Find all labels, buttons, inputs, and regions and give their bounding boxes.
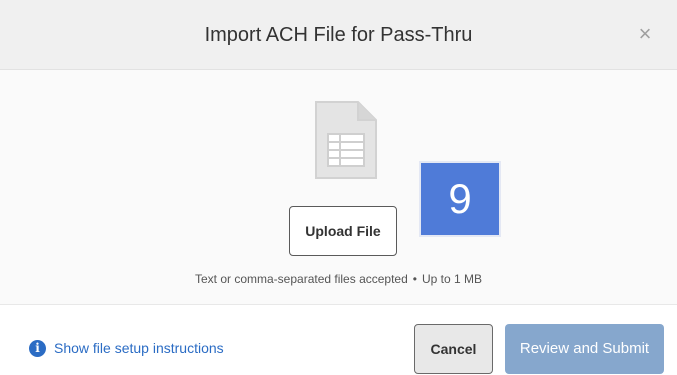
- cancel-button[interactable]: Cancel: [414, 324, 493, 374]
- accepted-types-text: Text or comma-separated files accepted: [195, 272, 408, 286]
- dialog-title: Import ACH File for Pass-Thru: [204, 24, 473, 46]
- import-ach-dialog: Import ACH File for Pass-Thru × Upload F…: [0, 0, 677, 375]
- close-icon[interactable]: ×: [635, 22, 655, 46]
- separator-dot: •: [412, 272, 417, 286]
- review-and-submit-button[interactable]: Review and Submit: [505, 324, 664, 374]
- show-instructions-link[interactable]: i Show file setup instructions: [29, 338, 224, 358]
- instructions-link-text[interactable]: Show file setup instructions: [54, 340, 224, 356]
- dialog-body: Upload File 9 Text or comma-separated fi…: [0, 70, 677, 305]
- accepted-files-note: Text or comma-separated files accepted • U…: [0, 271, 677, 287]
- size-limit-text: Up to 1 MB: [421, 272, 482, 286]
- step-number-badge: 9: [419, 161, 501, 237]
- dialog-header: Import ACH File for Pass-Thru ×: [0, 0, 677, 70]
- upload-file-button[interactable]: Upload File: [289, 206, 397, 256]
- info-icon: i: [29, 339, 46, 357]
- spreadsheet-file-icon: [315, 101, 377, 179]
